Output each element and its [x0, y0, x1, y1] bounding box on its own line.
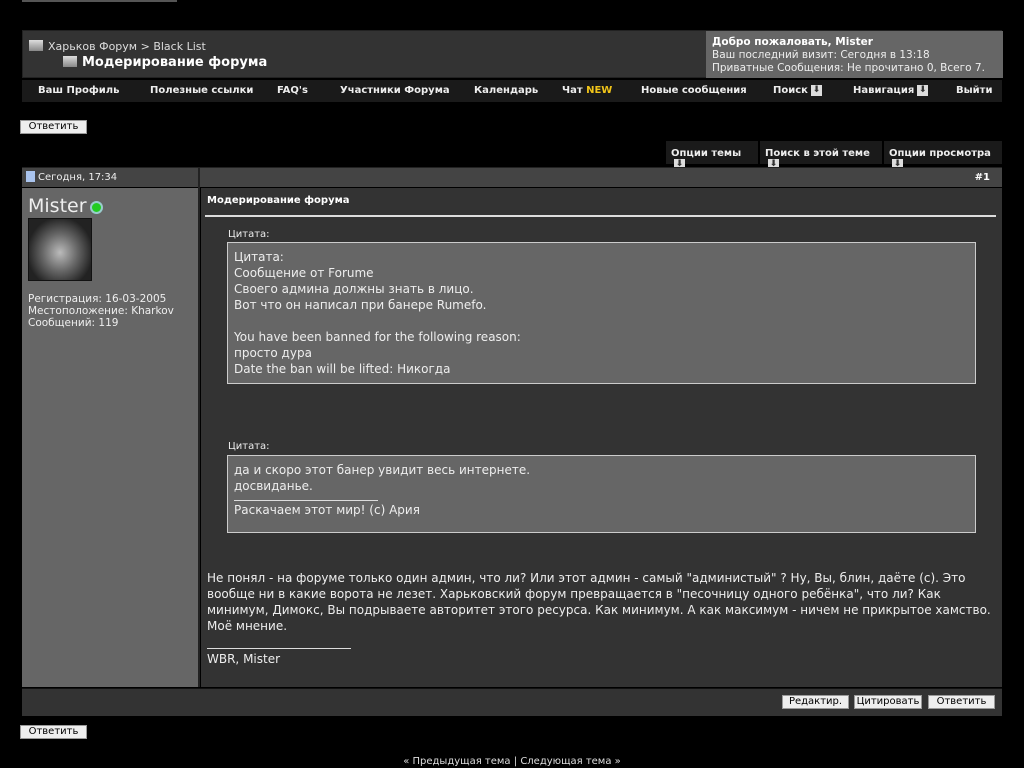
last-visit: Ваш последний визит: Сегодня в 13:18 [712, 49, 930, 61]
nav-profile[interactable]: Ваш Профиль [38, 85, 119, 96]
welcome-greeting: Добро пожаловать, Mister [712, 36, 873, 48]
welcome-panel: Добро пожаловать, Mister Ваш последний в… [706, 31, 1003, 78]
quote-line: Цитата: [234, 250, 284, 264]
quote-line: Date the ban will be lifted: Никогда [234, 362, 451, 376]
edit-button[interactable]: Редактир. [782, 695, 849, 709]
quote-line: досвиданье. [234, 479, 313, 493]
post-footer: Редактир. Цитировать Ответить [22, 688, 1002, 716]
breadcrumb: Харьков Форум > Black List [29, 40, 206, 53]
view-options-label: Опции просмотра [889, 148, 991, 159]
quote-button[interactable]: Цитировать [854, 695, 922, 709]
signature-divider [234, 500, 378, 501]
user-info: Регистрация: 16-03-2005 Местоположение: … [28, 293, 174, 329]
thread-options-label: Опции темы [671, 148, 742, 159]
user-post-count: Сообщений: 119 [28, 317, 119, 329]
breadcrumb-home[interactable]: Харьков Форум [48, 40, 137, 53]
nav-faq[interactable]: FAQ's [277, 85, 308, 96]
post-number[interactable]: #1 [975, 172, 990, 183]
nav-navigation-label: Навигация [853, 85, 915, 96]
nav-calendar[interactable]: Календарь [474, 85, 538, 96]
nav-search[interactable]: Поиск ⬇ [773, 85, 822, 96]
title-divider [205, 215, 996, 217]
user-registration: Регистрация: 16-03-2005 [28, 293, 167, 305]
post-message: Не понял - на форуме только один админ, … [207, 570, 992, 667]
reply-button-top[interactable]: Ответить [20, 120, 87, 134]
quote-line: You have been banned for the following r… [234, 330, 521, 344]
folder-icon [29, 40, 43, 51]
new-badge: NEW [586, 85, 613, 96]
nav-new-posts[interactable]: Новые сообщения [641, 85, 747, 96]
page-title-text: Модерирование форума [82, 55, 268, 70]
nav-separator: | [513, 756, 518, 767]
message-paragraph: Моё мнение. [207, 619, 288, 633]
view-options-menu[interactable]: Опции просмотра⬇ [884, 141, 1002, 170]
quote-blank-line [234, 313, 969, 329]
breadcrumb-forum[interactable]: Black List [153, 40, 206, 53]
next-thread-link[interactable]: Следующая тема » [520, 756, 620, 767]
breadcrumb-sep: > [140, 40, 150, 53]
quote-label: Цитата: [228, 441, 270, 452]
arrow-down-icon: ⬇ [810, 85, 822, 96]
top-divider [22, 0, 177, 2]
post-date: Сегодня, 17:34 [22, 168, 200, 188]
post-header: Сегодня, 17:34 #1 [22, 167, 1002, 188]
thread-options-menu[interactable]: Опции темы⬇ [666, 141, 758, 170]
nav-chat[interactable]: Чат NEW [562, 85, 612, 96]
quote-signature: Раскачаем этот мир! (с) Ария [234, 503, 420, 517]
nav-logout[interactable]: Выйти [956, 85, 992, 96]
thread-search-menu[interactable]: Поиск в этой теме⬇ [760, 141, 882, 170]
signature-divider [207, 648, 351, 649]
online-status-icon [89, 201, 103, 214]
username: Mister [28, 195, 103, 217]
reply-post-button[interactable]: Ответить [928, 695, 995, 709]
quote-line: Своего админа должны знать в лицо. [234, 282, 474, 296]
post-date-text: Сегодня, 17:34 [38, 172, 118, 183]
username-link[interactable]: Mister [28, 195, 87, 217]
nav-bar: Ваш Профиль Полезные ссылки FAQ's Участн… [22, 80, 1002, 102]
quote-label: Цитата: [228, 229, 270, 240]
thread-navigation: « Предыдущая тема | Следующая тема » [0, 756, 1024, 767]
quote-line: просто дура [234, 346, 312, 360]
nav-members[interactable]: Участники Форума [340, 85, 450, 96]
post-body: Модерирование форума Цитата: Цитата: Соо… [201, 188, 1002, 687]
quote-line: Сообщение от Forume [234, 266, 374, 280]
reply-button-bottom[interactable]: Ответить [20, 725, 87, 739]
message-paragraph: Не понял - на форуме только один админ, … [207, 571, 991, 617]
quote-box: да и скоро этот банер увидит весь интерн… [227, 455, 976, 533]
nav-chat-label: Чат [562, 85, 583, 96]
prev-thread-link[interactable]: « Предыдущая тема [403, 756, 510, 767]
nav-search-label: Поиск [773, 85, 808, 96]
nav-links[interactable]: Полезные ссылки [150, 85, 253, 96]
thread-search-label: Поиск в этой теме [765, 148, 870, 159]
post-title: Модерирование форума [207, 195, 350, 206]
user-location: Местоположение: Kharkov [28, 305, 174, 317]
forum-header: Харьков Форум > Black List Модерирование… [22, 30, 1003, 78]
quote-line: Вот что он написал при банере Rumefo. [234, 298, 487, 312]
post-icon [26, 171, 35, 182]
private-messages[interactable]: Приватные Сообщения: Не прочитано 0, Все… [712, 62, 985, 74]
nav-navigation[interactable]: Навигация ⬇ [853, 85, 929, 96]
quote-box: Цитата: Сообщение от Forume Своего админ… [227, 242, 976, 384]
quote-line: да и скоро этот банер увидит весь интерн… [234, 463, 531, 477]
arrow-down-icon: ⬇ [917, 85, 929, 96]
post-signature: WBR, Mister [207, 652, 281, 666]
avatar [28, 218, 92, 281]
folder-icon [63, 56, 77, 67]
page-title: Модерирование форума [63, 55, 267, 70]
user-panel: Mister Регистрация: 16-03-2005 Местополо… [22, 188, 200, 687]
